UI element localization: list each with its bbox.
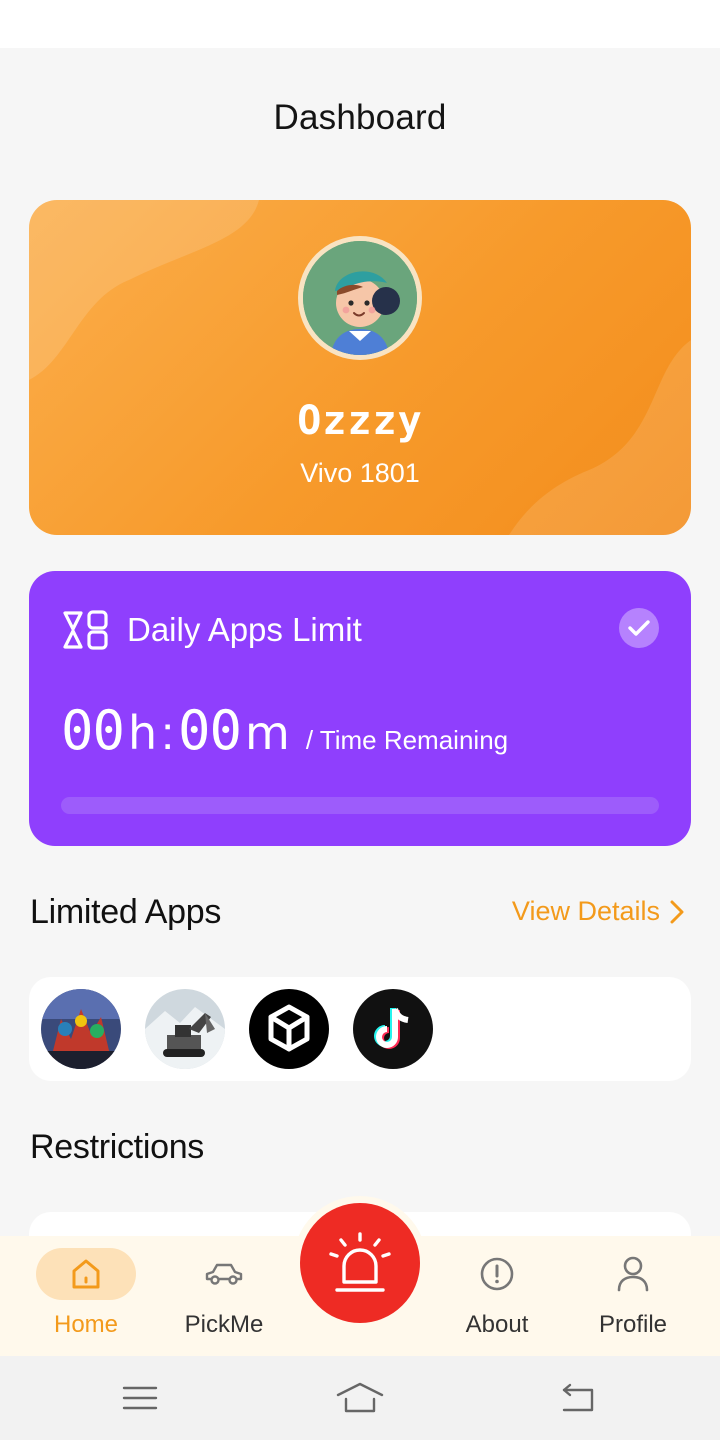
status-bar <box>0 0 720 48</box>
child-name: Ozzzy <box>297 398 423 444</box>
chevron-right-icon <box>670 900 684 923</box>
system-home-icon <box>336 1382 384 1413</box>
nav-profile[interactable]: Profile <box>565 1236 701 1356</box>
nav-pickme-label: PickMe <box>184 1311 264 1338</box>
limit-enabled-check[interactable] <box>619 608 659 648</box>
car-icon <box>205 1263 243 1285</box>
page-title: Dashboard <box>273 98 447 137</box>
system-navigation-bar <box>0 1356 720 1440</box>
system-home-button[interactable] <box>330 1376 390 1420</box>
device-name: Vivo 1801 <box>300 458 420 488</box>
checkmark-icon <box>628 620 650 636</box>
nav-about-label: About <box>465 1311 529 1338</box>
time-remaining-label: / Time Remaining <box>305 725 509 755</box>
excavator-game-icon[interactable] <box>145 989 225 1069</box>
restrictions-heading: Restrictions <box>30 1128 205 1166</box>
daily-apps-limit-title: Daily Apps Limit <box>127 611 362 648</box>
menu-icon <box>122 1386 158 1410</box>
nav-home-label: Home <box>53 1311 119 1338</box>
nav-about[interactable]: About <box>429 1236 565 1356</box>
limited-apps-list <box>29 977 691 1081</box>
emergency-alarm-button[interactable] <box>293 1196 427 1330</box>
nav-pickme[interactable]: PickMe <box>156 1236 292 1356</box>
info-icon <box>480 1257 514 1291</box>
time-remaining: 00 h : 00 m / Time Remaining <box>61 699 508 762</box>
hours-unit: h <box>128 706 158 760</box>
child-avatar-icon <box>303 241 417 355</box>
home-icon <box>72 1259 100 1289</box>
back-button[interactable] <box>548 1376 608 1420</box>
game-app-icon[interactable] <box>41 989 121 1069</box>
nav-profile-label: Profile <box>598 1311 668 1338</box>
alarm-siren-icon <box>329 1232 391 1292</box>
back-icon <box>562 1383 594 1412</box>
unity-icon[interactable] <box>249 989 329 1069</box>
recent-apps-button[interactable] <box>110 1376 170 1420</box>
minutes-value: 00 <box>177 699 242 762</box>
profile-card[interactable]: Ozzzy Vivo 1801 <box>29 200 691 535</box>
nav-home[interactable]: Home <box>18 1236 154 1356</box>
view-details-link[interactable]: View Details <box>512 896 684 927</box>
minutes-unit: m <box>245 706 290 760</box>
tiktok-icon[interactable] <box>353 989 433 1069</box>
apps-grid-icon <box>63 610 108 650</box>
limit-progress-bar <box>61 797 659 814</box>
time-separator: : <box>161 707 174 759</box>
user-icon <box>617 1256 649 1292</box>
avatar <box>298 236 422 360</box>
limited-apps-heading: Limited Apps <box>30 893 222 931</box>
daily-apps-limit-card[interactable]: Daily Apps Limit 00 h : 00 m / Time Rema… <box>29 571 691 846</box>
hours-value: 00 <box>61 699 125 762</box>
view-details-label: View Details <box>511 896 660 926</box>
